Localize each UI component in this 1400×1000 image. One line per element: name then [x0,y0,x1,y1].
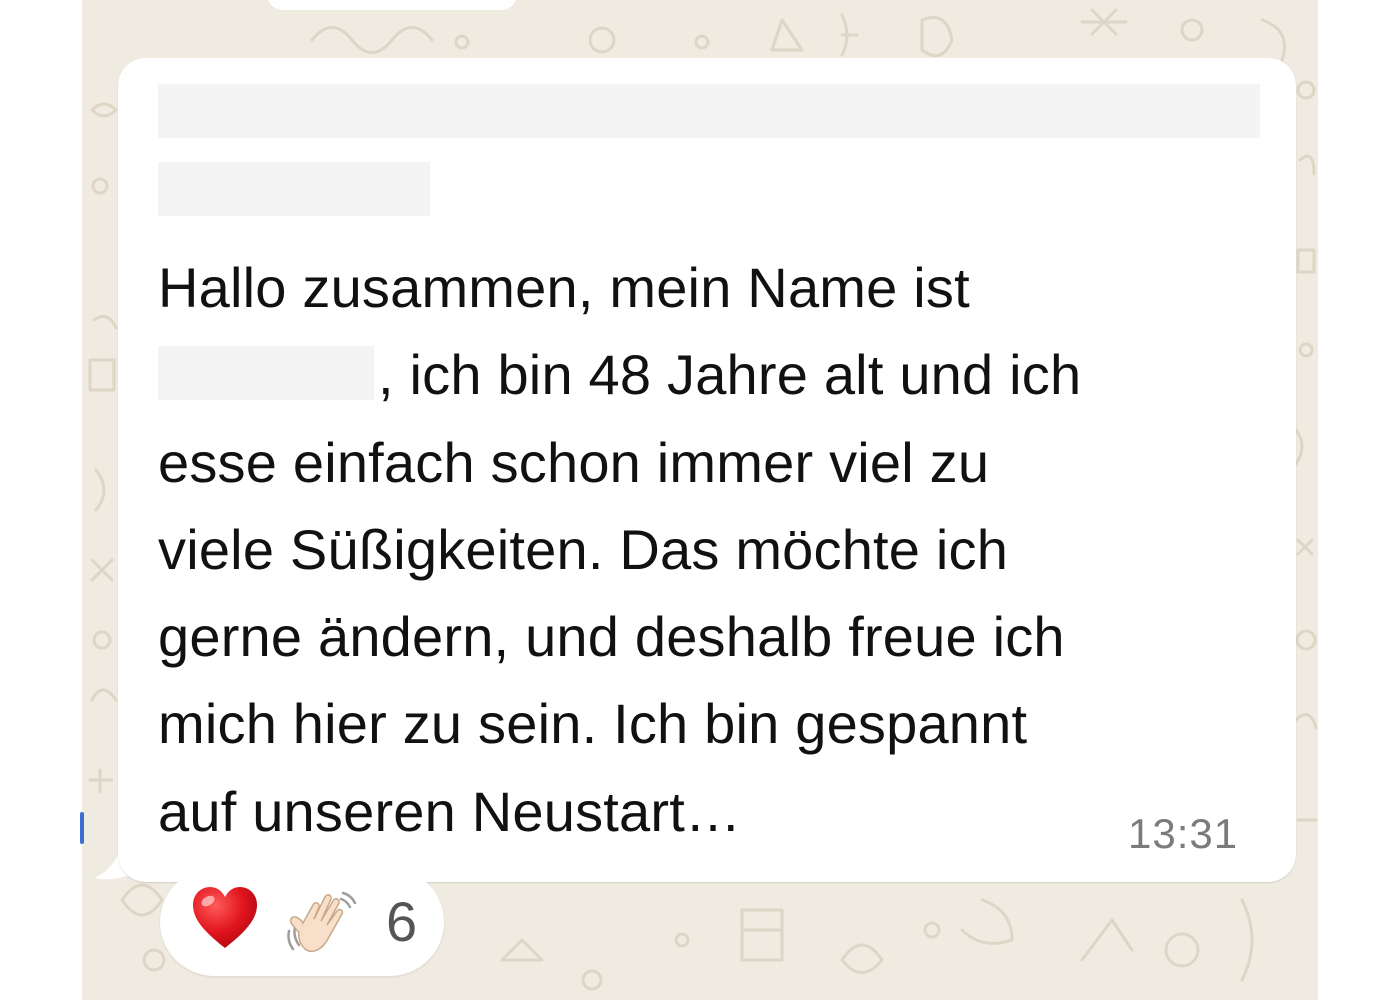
message-text-line: mich hier zu sein. Ich bin gespannt [158,692,1028,755]
message-text-line: esse einfach schon immer viel zu [158,431,990,494]
reaction-count: 6 [386,890,418,953]
redacted-sender-line [158,84,1260,138]
message-text-line: viele Süßigkeiten. Das möchte ich [158,518,1009,581]
redacted-sender-subline [158,162,430,216]
message-text-line: gerne ändern, und deshalb freue ich [158,605,1065,668]
message-timestamp: 13:31 [1128,810,1239,857]
message-text-line: Hallo zusammen, mein Name ist [158,256,970,319]
waving-hand-icon[interactable] [283,887,359,957]
selection-edge-indicator [80,812,84,844]
previous-message-bubble [267,0,517,10]
message-text-line: auf unseren Neustart… [158,780,742,843]
heart-icon[interactable] [190,884,260,954]
message-text-line: , ich bin 48 Jahre alt und ich [378,343,1082,406]
redacted-name [158,346,374,400]
